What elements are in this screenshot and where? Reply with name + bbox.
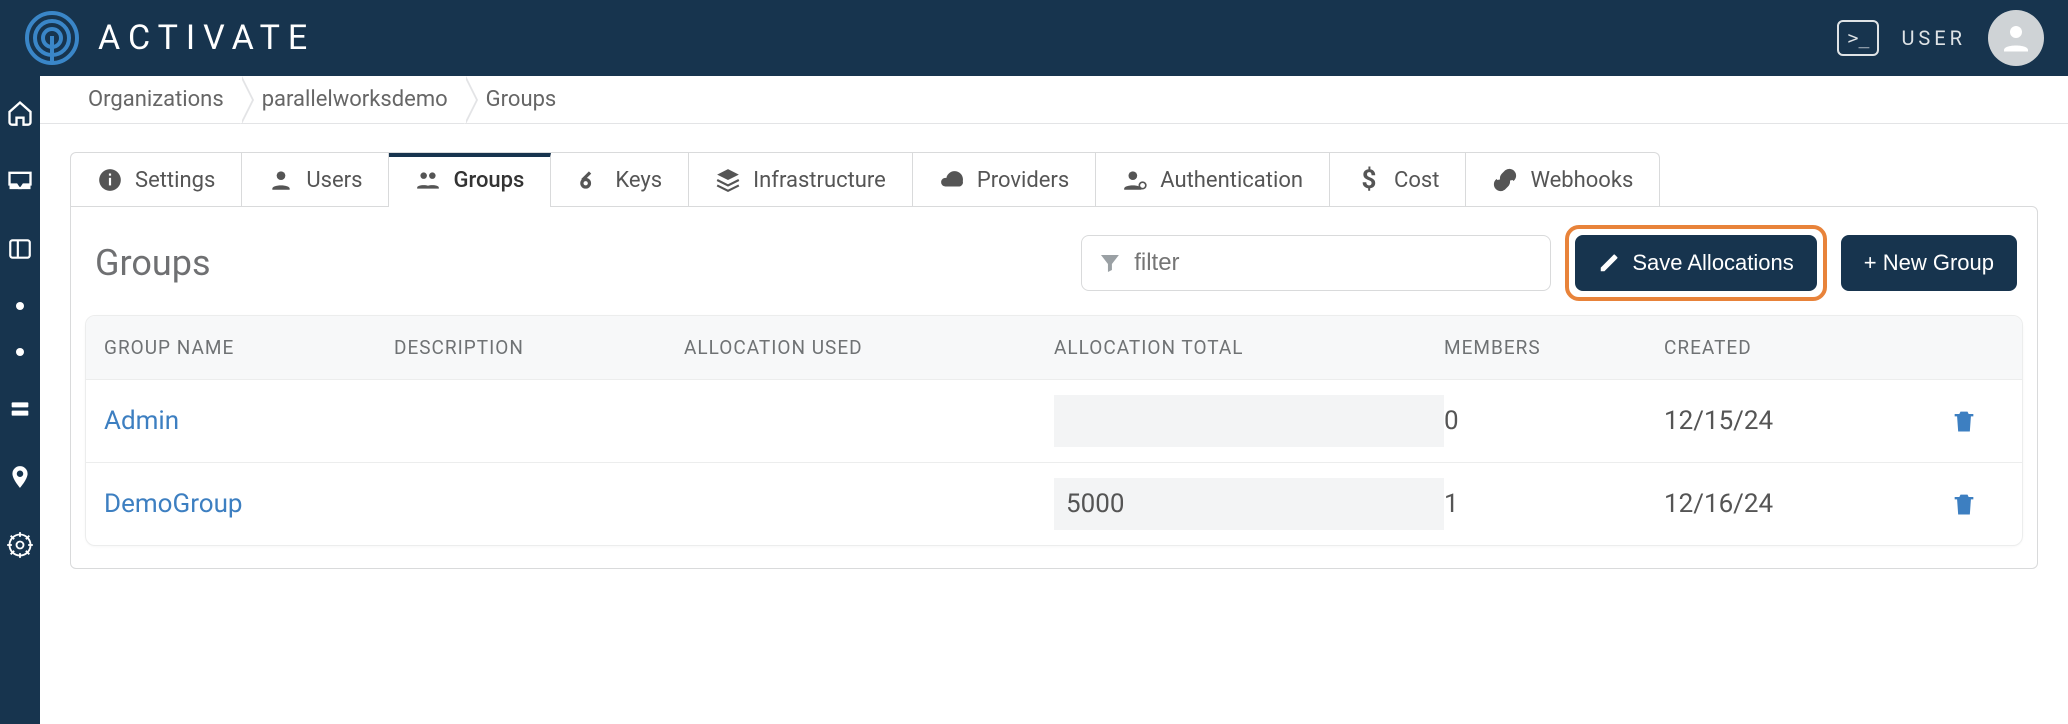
nav-dot-2[interactable]: [16, 348, 24, 356]
tab-groups[interactable]: Groups: [389, 153, 551, 207]
table-row: Admin 0 12/15/24: [86, 380, 2022, 463]
th-actions: [1924, 336, 2004, 359]
new-group-button[interactable]: + New Group: [1841, 235, 2017, 291]
cell-created: 12/15/24: [1664, 406, 1924, 436]
topbar: ACTIVATE >_ USER: [0, 0, 2068, 76]
trash-icon: [1950, 490, 1978, 518]
th-name: GROUP NAME: [104, 336, 394, 359]
cell-created: 12/16/24: [1664, 489, 1924, 519]
sidebar: [0, 76, 40, 724]
brand-name: ACTIVATE: [98, 18, 315, 58]
breadcrumb: Organizations parallelworksdemo Groups: [40, 76, 2068, 124]
delete-button[interactable]: [1924, 490, 2004, 518]
edit-icon: [1598, 252, 1620, 274]
tab-infrastructure[interactable]: Infrastructure: [689, 153, 913, 207]
home-icon[interactable]: [5, 98, 35, 128]
server-icon[interactable]: [5, 394, 35, 424]
user-label[interactable]: USER: [1901, 26, 1966, 50]
tab-providers[interactable]: Providers: [913, 153, 1096, 207]
save-button-label: Save Allocations: [1632, 250, 1793, 276]
breadcrumb-groups[interactable]: Groups: [468, 76, 577, 123]
tabs: Settings Users Groups Keys Infrastructur…: [70, 152, 1660, 207]
tab-label: Keys: [615, 168, 662, 193]
tab-users[interactable]: Users: [242, 153, 389, 207]
brand: ACTIVATE: [24, 10, 315, 66]
cell-alloc-total[interactable]: 5000: [1054, 478, 1444, 530]
cell-members: 0: [1444, 406, 1664, 436]
tab-label: Authentication: [1160, 168, 1303, 193]
panel-header: Groups Save Allocations + New Group: [85, 221, 2023, 315]
tab-cost[interactable]: $ Cost: [1330, 153, 1466, 207]
tab-label: Infrastructure: [753, 168, 886, 193]
group-name-link[interactable]: Admin: [104, 406, 394, 436]
nav-dot-1[interactable]: [16, 302, 24, 310]
panel-title: Groups: [91, 242, 211, 284]
save-allocations-button[interactable]: Save Allocations: [1575, 235, 1816, 291]
breadcrumb-org-name[interactable]: parallelworksdemo: [244, 76, 468, 123]
table-row: DemoGroup 5000 1 12/16/24: [86, 463, 2022, 545]
tab-label: Cost: [1394, 168, 1439, 193]
groups-table: GROUP NAME DESCRIPTION ALLOCATION USED A…: [85, 315, 2023, 546]
group-name-link[interactable]: DemoGroup: [104, 489, 394, 519]
tab-label: Webhooks: [1530, 168, 1633, 193]
tab-label: Providers: [977, 168, 1069, 193]
th-alloc-total: ALLOCATION TOTAL: [1054, 336, 1444, 359]
tab-authentication[interactable]: Authentication: [1096, 153, 1330, 207]
th-created: CREATED: [1664, 336, 1924, 359]
breadcrumb-organizations[interactable]: Organizations: [70, 76, 244, 123]
filter-icon: [1098, 250, 1122, 276]
save-allocations-highlight: Save Allocations: [1565, 225, 1826, 301]
terminal-icon: >_: [1848, 28, 1870, 49]
th-description: DESCRIPTION: [394, 336, 684, 359]
filter-input[interactable]: [1134, 249, 1534, 277]
tab-label: Users: [306, 168, 362, 193]
groups-panel: Groups Save Allocations + New Group: [70, 206, 2038, 569]
tab-settings[interactable]: Settings: [71, 153, 242, 207]
th-alloc-used: ALLOCATION USED: [684, 336, 1054, 359]
filter-box[interactable]: [1081, 235, 1551, 291]
th-members: MEMBERS: [1444, 336, 1664, 359]
topbar-right: >_ USER: [1837, 10, 2044, 66]
cell-members: 1: [1444, 489, 1664, 519]
main: Organizations parallelworksdemo Groups S…: [40, 76, 2068, 724]
table-header-row: GROUP NAME DESCRIPTION ALLOCATION USED A…: [86, 316, 2022, 380]
brand-logo-icon: [24, 10, 80, 66]
panel-icon[interactable]: [5, 234, 35, 264]
cell-alloc-total[interactable]: [1054, 395, 1444, 447]
terminal-button[interactable]: >_: [1837, 20, 1879, 56]
tab-label: Settings: [135, 168, 215, 193]
avatar[interactable]: [1988, 10, 2044, 66]
trash-icon: [1950, 407, 1978, 435]
tab-webhooks[interactable]: Webhooks: [1466, 153, 1659, 207]
location-icon[interactable]: [5, 462, 35, 492]
inbox-icon[interactable]: [5, 166, 35, 196]
helm-icon[interactable]: [5, 530, 35, 560]
tab-keys[interactable]: Keys: [551, 153, 689, 207]
tab-label: Groups: [453, 168, 524, 193]
delete-button[interactable]: [1924, 407, 2004, 435]
new-group-label: + New Group: [1864, 250, 1994, 276]
